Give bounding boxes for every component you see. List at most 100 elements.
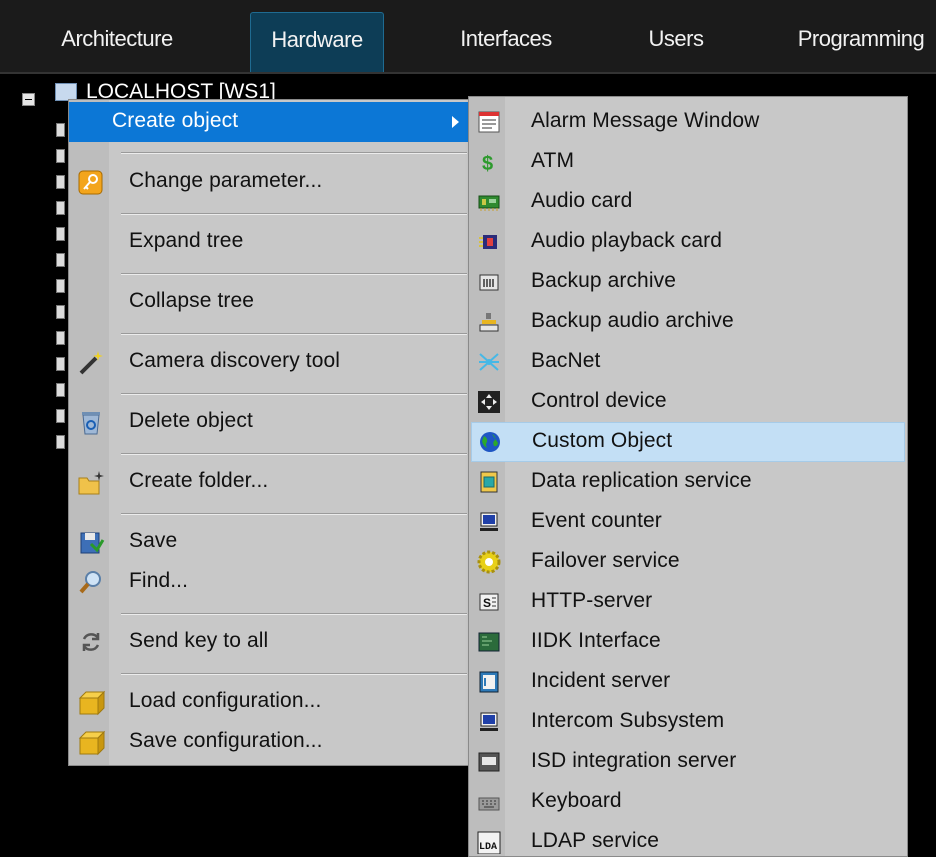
dollar-icon: $ <box>477 150 501 175</box>
menu-item-label: Load configuration... <box>129 689 322 712</box>
expand-toggle-icon[interactable] <box>56 435 65 449</box>
refresh-icon <box>77 628 105 656</box>
tab-architecture[interactable]: Architecture <box>40 12 194 72</box>
ldap-icon: LDA <box>477 830 501 855</box>
save-icon <box>77 528 105 556</box>
menu-item-delete-object[interactable]: Delete object <box>69 402 469 442</box>
submenu-item-label: IIDK Interface <box>531 629 661 652</box>
submenu-item-label: BacNet <box>531 349 601 372</box>
menu-item-expand-tree[interactable]: Expand tree <box>69 222 469 262</box>
tab-users[interactable]: Users <box>626 12 726 72</box>
menu-item-save-configuration[interactable]: Save configuration... <box>69 722 469 762</box>
menu-separator <box>121 213 467 215</box>
menu-item-find[interactable]: Find... <box>69 562 469 602</box>
recycle-bin-icon <box>77 408 105 436</box>
submenu-item-ldap-service[interactable]: LDA LDAP service <box>469 822 907 856</box>
submenu-item-label: Custom Object <box>532 429 673 452</box>
submenu-item-label: Incident server <box>531 669 671 692</box>
submenu-item-label: ISD integration server <box>531 749 737 772</box>
audio-playback-icon <box>477 230 501 254</box>
expand-toggle-icon[interactable] <box>56 175 65 189</box>
tab-hardware[interactable]: Hardware <box>250 12 384 72</box>
submenu-item-atm[interactable]: $ ATM <box>469 142 907 182</box>
menu-item-label: Save configuration... <box>129 729 323 752</box>
globe-icon <box>478 430 502 454</box>
box-icon <box>77 688 106 716</box>
document-icon <box>477 670 501 694</box>
submenu-item-backup-archive[interactable]: Backup archive <box>469 262 907 302</box>
submenu-item-control-device[interactable]: Control device <box>469 382 907 422</box>
submenu-item-backup-audio-archive[interactable]: Backup audio archive <box>469 302 907 342</box>
submenu-item-label: Failover service <box>531 549 680 572</box>
gear-icon <box>477 550 501 574</box>
menu-separator <box>121 152 467 154</box>
submenu-item-intercom-subsystem[interactable]: Intercom Subsystem <box>469 702 907 742</box>
submenu-item-iidk-interface[interactable]: IIDK Interface <box>469 622 907 662</box>
submenu-item-audio-card[interactable]: Audio card <box>469 182 907 222</box>
submenu-item-label: LDAP service <box>531 829 660 852</box>
control-device-icon <box>477 390 501 414</box>
menu-item-label: Send key to all <box>129 629 269 652</box>
submenu-item-label: Backup audio archive <box>531 309 734 332</box>
submenu-item-label: Backup archive <box>531 269 676 292</box>
menu-item-camera-discovery-tool[interactable]: Camera discovery tool <box>69 342 469 382</box>
menu-item-label: Find... <box>129 569 189 592</box>
expand-toggle-icon[interactable] <box>56 149 65 163</box>
magic-wand-icon <box>77 348 105 376</box>
menu-item-create-folder[interactable]: Create folder... <box>69 462 469 502</box>
submenu-item-http-server[interactable]: S HTTP-server <box>469 582 907 622</box>
menu-item-load-configuration[interactable]: Load configuration... <box>69 682 469 722</box>
tab-interfaces[interactable]: Interfaces <box>438 12 574 72</box>
device-icon <box>477 750 501 774</box>
expand-toggle-icon[interactable] <box>56 123 65 137</box>
board-icon <box>477 630 501 654</box>
submenu-item-custom-object[interactable]: Custom Object <box>471 422 905 462</box>
expand-toggle-icon[interactable] <box>56 331 65 345</box>
expand-toggle-icon[interactable] <box>56 201 65 215</box>
submenu-item-data-replication-service[interactable]: Data replication service <box>469 462 907 502</box>
expand-toggle-icon[interactable] <box>56 383 65 397</box>
submenu-item-label: Alarm Message Window <box>531 109 760 132</box>
submenu-item-label: Audio playback card <box>531 229 723 252</box>
expand-toggle-icon[interactable] <box>56 409 65 423</box>
submenu-item-label: Event counter <box>531 509 662 532</box>
expand-toggle-icon[interactable] <box>56 305 65 319</box>
menu-item-save[interactable]: Save <box>69 522 469 562</box>
bacnet-icon <box>477 350 501 374</box>
submenu-item-label: Control device <box>531 389 667 412</box>
menu-item-send-key-to-all[interactable]: Send key to all <box>69 622 469 662</box>
top-tab-bar: Architecture Hardware Interfaces Users P… <box>0 0 936 74</box>
menu-item-label: Camera discovery tool <box>129 349 341 372</box>
menu-item-label: Save <box>129 529 178 552</box>
submenu-item-bacnet[interactable]: BacNet <box>469 342 907 382</box>
menu-item-change-parameter[interactable]: Change parameter... <box>69 162 469 202</box>
menu-item-label: Create object <box>112 109 239 132</box>
expand-toggle-icon[interactable] <box>56 279 65 293</box>
submenu-arrow-icon <box>452 116 459 128</box>
audio-card-icon <box>477 190 501 214</box>
menu-item-label: Create folder... <box>129 469 269 492</box>
submenu-item-incident-server[interactable]: Incident server <box>469 662 907 702</box>
submenu-item-label: Intercom Subsystem <box>531 709 725 732</box>
menu-item-collapse-tree[interactable]: Collapse tree <box>69 282 469 322</box>
submenu-item-audio-playback-card[interactable]: Audio playback card <box>469 222 907 262</box>
monitor-icon <box>477 510 501 534</box>
backup-audio-icon <box>477 310 501 334</box>
menu-item-label: Collapse tree <box>129 289 255 312</box>
submenu-item-event-counter[interactable]: Event counter <box>469 502 907 542</box>
submenu-item-label: Audio card <box>531 189 633 212</box>
submenu-item-alarm-message-window[interactable]: Alarm Message Window <box>469 102 907 142</box>
tab-programming[interactable]: Programming <box>786 12 936 72</box>
submenu-item-failover-service[interactable]: Failover service <box>469 542 907 582</box>
create-object-submenu: Alarm Message Window $ ATM Audio card Au… <box>468 96 908 857</box>
submenu-item-keyboard[interactable]: Keyboard <box>469 782 907 822</box>
expand-toggle-icon[interactable] <box>56 357 65 371</box>
backup-archive-icon <box>477 270 501 294</box>
submenu-item-label: ATM <box>531 149 575 172</box>
expand-toggle-icon[interactable] <box>56 253 65 267</box>
menu-separator <box>121 333 467 335</box>
expand-toggle-icon[interactable] <box>56 227 65 241</box>
submenu-item-isd-integration-server[interactable]: ISD integration server <box>469 742 907 782</box>
collapse-toggle-icon[interactable] <box>22 93 35 106</box>
menu-item-create-object[interactable]: Create object <box>69 102 469 142</box>
